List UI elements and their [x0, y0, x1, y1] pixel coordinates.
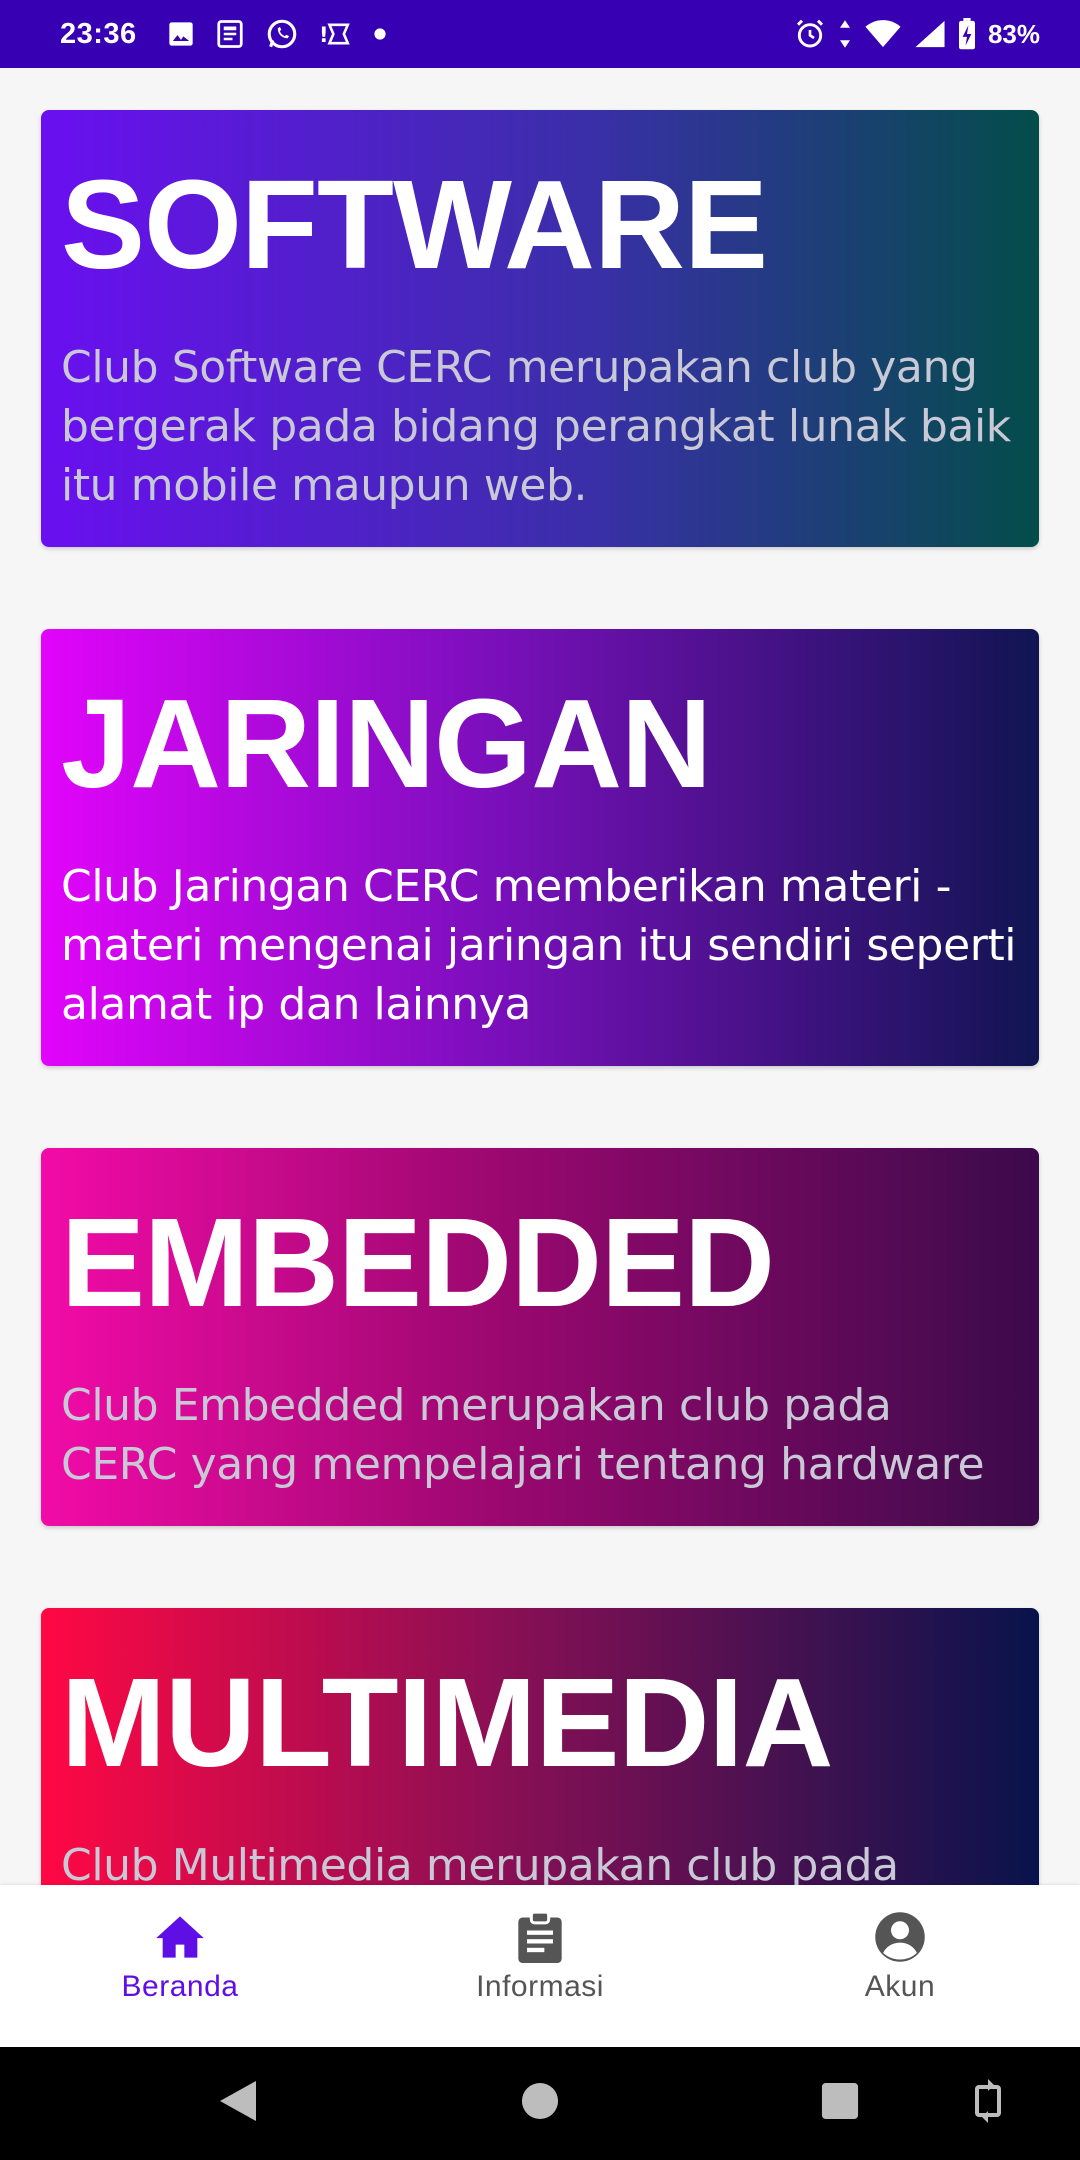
home-circle-icon: [521, 2082, 559, 2125]
notification-icons: !: [167, 17, 387, 51]
data-arrows-icon: [838, 19, 852, 49]
recents-square-icon: [821, 2082, 859, 2125]
card-description: Club Multimedia merupakan club pada: [61, 1840, 899, 1885]
system-status-icons: 83%: [794, 18, 1040, 50]
card-description: Club Jaringan CERC memberikan materi - m…: [61, 861, 1017, 1030]
nav-item-informasi[interactable]: Informasi: [410, 1885, 670, 2047]
battery-charging-icon: [958, 18, 976, 50]
nav-label: Beranda: [121, 1970, 239, 2003]
back-button[interactable]: [198, 2047, 278, 2160]
nav-item-akun[interactable]: Akun: [770, 1885, 1030, 2047]
svg-text:!: !: [319, 23, 329, 47]
status-bar: 23:36 ! 83%: [0, 0, 1080, 68]
dot-icon: [373, 27, 387, 41]
club-card-jaringan[interactable]: JARINGAN Club Jaringan CERC memberikan m…: [41, 629, 1039, 1066]
club-card-embedded[interactable]: EMBEDDED Club Embedded merupakan club pa…: [41, 1148, 1039, 1526]
nav-label: Informasi: [476, 1970, 604, 2003]
recents-button[interactable]: [800, 2047, 880, 2160]
nav-item-beranda[interactable]: Beranda: [50, 1885, 310, 2047]
battery-percent: 83%: [987, 18, 1040, 49]
card-title: JARINGAN: [61, 673, 712, 814]
whatsapp-icon: [265, 17, 299, 51]
app-icon: !: [319, 19, 353, 49]
card-title: MULTIMEDIA: [61, 1652, 834, 1793]
card-title: EMBEDDED: [61, 1192, 775, 1333]
image-icon: [167, 20, 195, 48]
club-card-software[interactable]: SOFTWARE Club Software CERC merupakan cl…: [41, 110, 1039, 547]
nav-label: Akun: [864, 1970, 936, 2003]
news-icon: [215, 19, 245, 49]
club-card-multimedia[interactable]: MULTIMEDIA Club Multimedia merupakan clu…: [41, 1608, 1039, 1885]
card-description: Club Embedded merupakan club pada CERC y…: [61, 1380, 985, 1490]
card-title: SOFTWARE: [61, 154, 768, 295]
system-navigation-bar: [0, 2047, 1080, 2160]
home-button[interactable]: [500, 2047, 580, 2160]
card-description: Club Software CERC merupakan club yang b…: [61, 342, 1011, 511]
rotate-button[interactable]: [948, 2047, 1028, 2160]
home-icon: [153, 1910, 207, 1964]
alarm-icon: [794, 18, 826, 50]
status-time: 23:36: [60, 17, 137, 50]
back-triangle-icon: [218, 2079, 258, 2128]
clipboard-icon: [513, 1910, 567, 1964]
signal-icon: [914, 19, 946, 49]
rotate-icon: [972, 2079, 1004, 2128]
wifi-icon: [864, 19, 902, 49]
club-list[interactable]: SOFTWARE Club Software CERC merupakan cl…: [0, 68, 1080, 1885]
bottom-navigation: Beranda Informasi Akun: [0, 1885, 1080, 2047]
account-icon: [873, 1910, 927, 1964]
